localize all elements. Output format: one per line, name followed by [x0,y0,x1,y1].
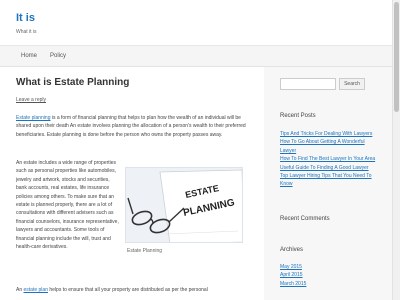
post-paragraph-2: An estate includes a wide range of prope… [16,160,119,251]
search-input[interactable] [280,78,336,90]
page-scrollbar[interactable] [392,0,400,300]
recent-post-link[interactable]: Tips And Tricks For Dealing With Lawyers [280,130,382,138]
recent-posts-list: Tips And Tricks For Dealing With Lawyers… [280,130,382,189]
archive-link[interactable]: April 2015 [280,271,382,279]
recent-posts-heading: Recent Posts [280,113,316,119]
post-title: What is Estate Planning [16,77,130,88]
search-button[interactable]: Search [339,78,365,90]
recent-post-link[interactable]: Top Lawyer Hiring Tips That You Need To … [280,172,382,189]
recent-post-link[interactable]: How To Find The Best Lawyer In Your Area [280,155,382,163]
estate-planning-link[interactable]: Estate planning [16,115,50,121]
scrollbar-thumb[interactable] [394,2,399,112]
estate-planning-image: ESTATE PLANNING [125,167,243,243]
paragraph-text: An [16,287,24,293]
paragraph-text: is a form of financial planning that hel… [16,115,246,138]
main-content: What is Estate Planning Leave a reply Es… [0,67,264,300]
archives-heading: Archives [280,247,304,253]
post-paragraph-3: An estate plan helps to ensure that all … [16,286,256,294]
nav-item-policy[interactable]: Policy [50,53,66,59]
post-paragraph-1: Estate planning is a form of financial p… [16,114,256,139]
archives-list: May 2015 April 2015 March 2015 [280,263,382,288]
site-header: It is What it is [0,0,400,45]
recent-comments-heading: Recent Comments [280,216,330,222]
recent-post-link[interactable]: Useful Guide To Finding A Good Lawyer [280,164,382,172]
main-navigation: Home Policy [0,45,400,67]
site-title[interactable]: It is [16,12,35,24]
archive-link[interactable]: March 2015 [280,280,382,288]
recent-post-link[interactable]: How To Go About Getting A Wonderful Lawy… [280,138,382,155]
paragraph-text: helps to ensure that all your property a… [47,287,208,293]
image-caption: Estate Planning [127,248,163,254]
site-description: What it is [16,29,37,35]
sidebar: Search Recent Posts Tips And Tricks For … [264,67,392,300]
nav-item-home[interactable]: Home [21,53,37,59]
leave-reply-link[interactable]: Leave a reply [16,97,46,103]
estate-planning-illustration: ESTATE PLANNING [126,168,242,242]
archive-link[interactable]: May 2015 [280,263,382,271]
estate-plan-link[interactable]: estate plan [24,287,48,293]
